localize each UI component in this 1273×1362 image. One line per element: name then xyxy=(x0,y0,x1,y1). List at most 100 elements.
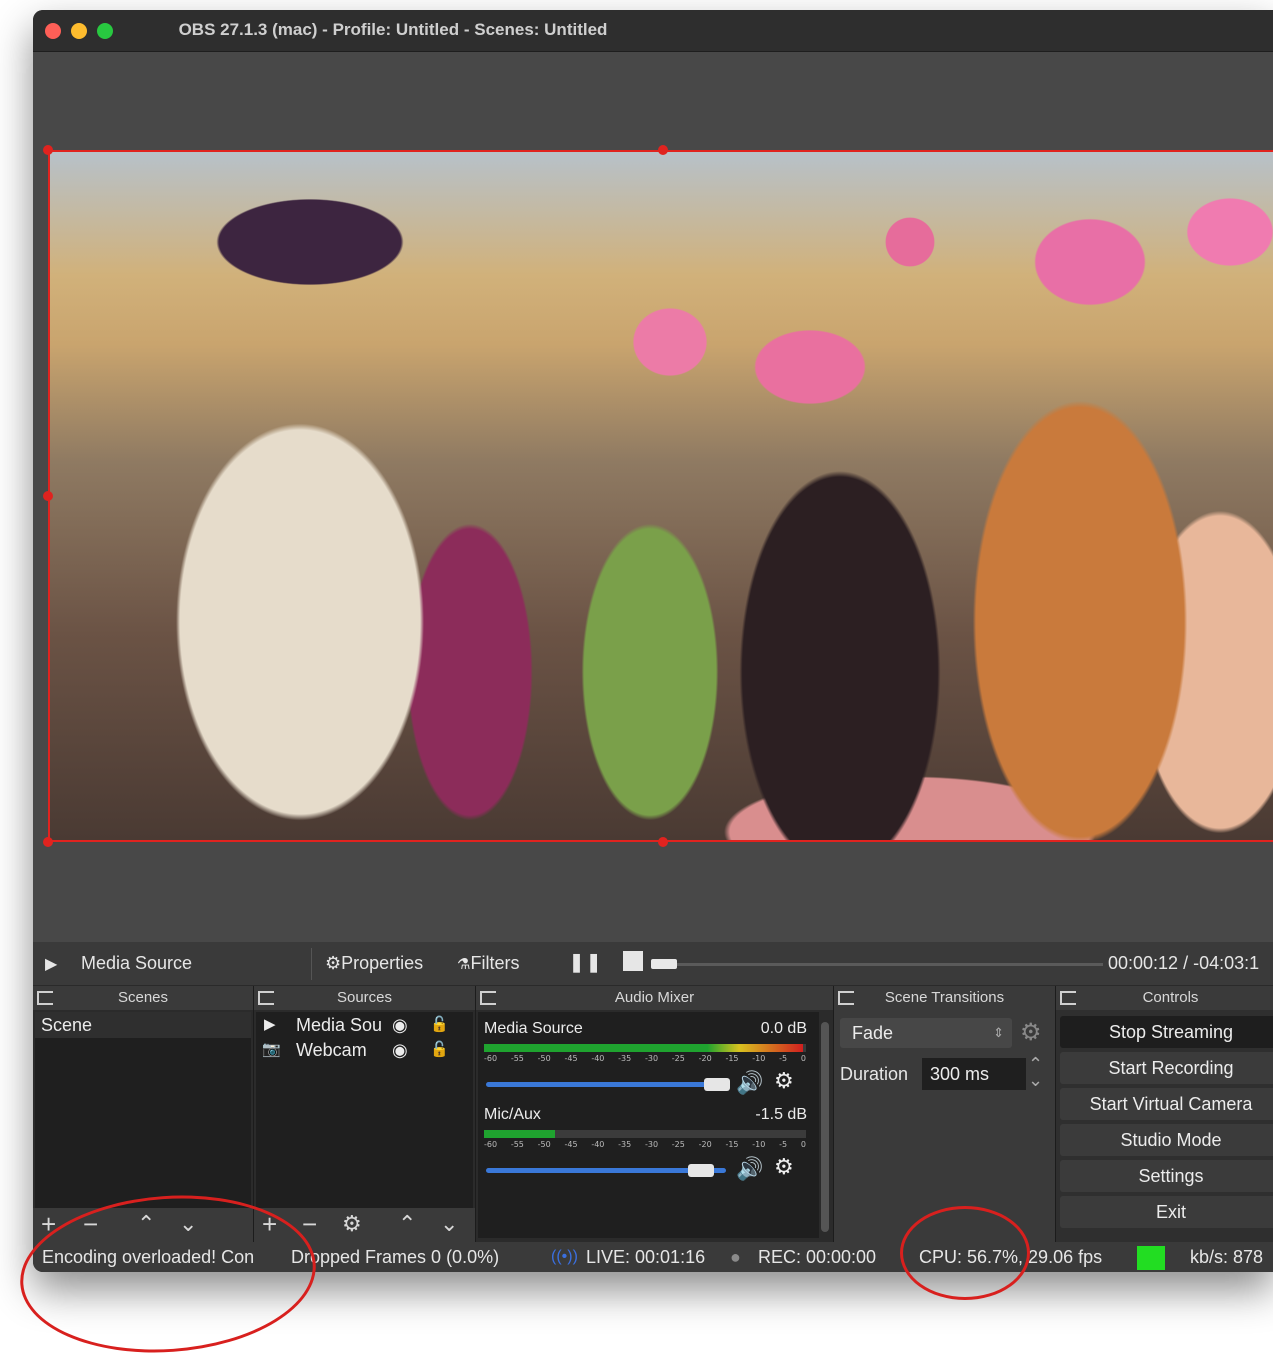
start-virtual-camera-button[interactable]: Start Virtual Camera xyxy=(1060,1088,1273,1120)
start-recording-button[interactable]: Start Recording xyxy=(1060,1052,1273,1084)
bitrate: kb/s: 878 xyxy=(1190,1247,1264,1267)
exit-button[interactable]: Exit xyxy=(1060,1196,1273,1228)
meter-tick-label: -60 xyxy=(484,1054,498,1063)
gear-icon[interactable]: ⚙ xyxy=(774,1068,794,1094)
meter-tick-label: -40 xyxy=(591,1140,605,1149)
live-time: LIVE: 00:01:16 xyxy=(586,1247,706,1267)
source-properties-gear-icon[interactable]: ⚙ xyxy=(342,1210,362,1238)
lock-icon[interactable]: 🔓 xyxy=(430,1037,449,1063)
properties-button[interactable]: ⚙Properties xyxy=(325,953,423,974)
duration-input[interactable]: 300 ms xyxy=(922,1058,1026,1090)
mixer-channel-mic-aux: Mic/Aux -1.5 dB xyxy=(484,1106,807,1123)
meter-scale: -60 -55 -50 -45 -40 -35 -30 -25 -20 -15 -10 -5 0 xyxy=(484,1140,806,1152)
eye-icon[interactable]: ◉ xyxy=(392,1037,408,1063)
studio-mode-button[interactable]: Studio Mode xyxy=(1060,1124,1273,1156)
meter-tick-label: -30 xyxy=(644,1054,659,1063)
resize-handle-bottom-left[interactable] xyxy=(43,837,53,847)
settings-button[interactable]: Settings xyxy=(1060,1160,1273,1192)
meter-tick-label: 0 xyxy=(800,1140,806,1149)
selected-source-label: Media Source xyxy=(81,953,193,973)
meter-tick-label: -55 xyxy=(510,1054,524,1063)
meter-tick-label: -50 xyxy=(537,1054,551,1063)
lock-icon[interactable]: 🔓 xyxy=(430,1012,449,1038)
speaker-icon[interactable]: 🔊 xyxy=(736,1070,763,1096)
window-title: OBS 27.1.3 (mac) - Profile: Untitled - S… xyxy=(178,20,608,39)
meter-tick-label: 0 xyxy=(800,1054,806,1063)
meter-tick-label: -10 xyxy=(752,1140,766,1149)
meter-tick-label: -5 xyxy=(779,1140,788,1149)
sources-dock-header: Sources xyxy=(254,986,475,1010)
live-broadcast-icon: ((•)) xyxy=(551,1248,578,1265)
move-source-down-button[interactable]: ⌄ xyxy=(440,1210,458,1238)
pause-button[interactable]: ❚❚ xyxy=(569,952,603,973)
audio-mixer-dock: Audio Mixer Media Source 0.0 dB -60 -55 -5… xyxy=(476,986,834,1242)
obs-window: OBS 27.1.3 (mac) - Profile: Untitled - S… xyxy=(33,10,1273,1272)
preview-canvas[interactable] xyxy=(33,52,1273,942)
media-seek-bar[interactable] xyxy=(653,963,1103,966)
meter-tick-label: -25 xyxy=(671,1140,685,1149)
volume-slider-handle[interactable] xyxy=(688,1164,714,1177)
gear-icon[interactable]: ⚙ xyxy=(774,1154,794,1180)
stream-health-indicator xyxy=(1137,1246,1165,1270)
meter-tick-label: -35 xyxy=(618,1054,632,1063)
meter-tick-label: -45 xyxy=(564,1054,578,1063)
mixer-channel-media-source: Media Source 0.0 dB xyxy=(484,1020,807,1037)
meter-tick-label: -50 xyxy=(537,1140,551,1149)
gear-icon: ⚙ xyxy=(325,953,342,973)
meter-tick-label: -30 xyxy=(644,1140,659,1149)
duration-stepper[interactable]: ⌃ ⌄ xyxy=(1028,1055,1043,1089)
meter-tick-label: -5 xyxy=(779,1054,788,1063)
resize-handle-top[interactable] xyxy=(658,145,668,155)
meter-scale: -60 -55 -50 -45 -40 -35 -30 -25 -20 -15 -10 -5 0 xyxy=(484,1054,806,1066)
stop-streaming-button[interactable]: Stop Streaming xyxy=(1060,1016,1273,1048)
sources-dock: Sources ▶ Media Sou ◉ 🔓 📷 Webcam ◉ 🔓 + −… xyxy=(254,986,476,1242)
dock-float-icon[interactable] xyxy=(1060,991,1076,1005)
speaker-icon[interactable]: 🔊 xyxy=(736,1156,763,1182)
play-icon[interactable]: ▶ xyxy=(45,954,57,974)
media-time: 00:00:12 / -04:03:1 xyxy=(1108,953,1260,973)
sources-list[interactable]: ▶ Media Sou ◉ 🔓 📷 Webcam ◉ 🔓 xyxy=(256,1012,473,1208)
meter-tick-label: -55 xyxy=(510,1140,524,1149)
toolbar-divider xyxy=(311,948,312,980)
resize-handle-top-left[interactable] xyxy=(43,145,53,155)
media-source-preview-image[interactable] xyxy=(48,150,1273,842)
gear-icon[interactable]: ⚙ xyxy=(1020,1018,1042,1047)
mixer-scrollbar[interactable] xyxy=(821,1022,829,1232)
dock-float-icon[interactable] xyxy=(258,991,274,1005)
volume-slider[interactable] xyxy=(486,1082,726,1087)
media-seek-handle[interactable] xyxy=(651,959,677,969)
title-bar: OBS 27.1.3 (mac) - Profile: Untitled - S… xyxy=(33,10,1273,52)
volume-meter xyxy=(484,1044,806,1052)
rec-dot-icon: ● xyxy=(730,1247,741,1267)
camera-icon: 📷 xyxy=(262,1041,281,1058)
volume-slider-handle[interactable] xyxy=(704,1078,730,1091)
dock-float-icon[interactable] xyxy=(838,991,854,1005)
scene-item[interactable]: Scene xyxy=(35,1012,251,1038)
eye-icon[interactable]: ◉ xyxy=(392,1012,408,1038)
dock-float-icon[interactable] xyxy=(480,991,496,1005)
remove-source-button[interactable]: − xyxy=(302,1210,317,1238)
meter-tick-label: -35 xyxy=(618,1140,632,1149)
move-source-up-button[interactable]: ⌃ xyxy=(398,1210,416,1238)
filter-icon: ⚗ xyxy=(457,956,471,973)
scenes-list[interactable]: Scene xyxy=(35,1012,251,1208)
rec-time: REC: 00:00:00 xyxy=(758,1247,877,1267)
resize-handle-bottom[interactable] xyxy=(658,837,668,847)
source-item[interactable]: ▶ Media Sou ◉ 🔓 xyxy=(256,1012,473,1038)
resize-handle-left[interactable] xyxy=(43,491,53,501)
source-item[interactable]: 📷 Webcam ◉ 🔓 xyxy=(256,1037,473,1063)
filters-button[interactable]: ⚗Filters xyxy=(457,953,519,974)
controls-header: Controls xyxy=(1056,986,1273,1010)
meter-tick-label: -10 xyxy=(752,1054,766,1063)
transition-select[interactable]: Fade ⇕ xyxy=(840,1018,1012,1048)
meter-tick-label: -60 xyxy=(484,1140,498,1149)
meter-tick-label: -20 xyxy=(698,1054,712,1063)
scene-transitions-header: Scene Transitions xyxy=(834,986,1055,1010)
stop-button[interactable] xyxy=(623,951,643,976)
dropped-frames: Dropped Frames 0 (0.0%) xyxy=(291,1247,500,1267)
annotation-circle-cpu xyxy=(900,1206,1030,1300)
volume-meter xyxy=(484,1130,806,1138)
media-source-icon: ▶ xyxy=(264,1016,276,1033)
meter-tick-label: -25 xyxy=(671,1054,685,1063)
dock-float-icon[interactable] xyxy=(37,991,53,1005)
